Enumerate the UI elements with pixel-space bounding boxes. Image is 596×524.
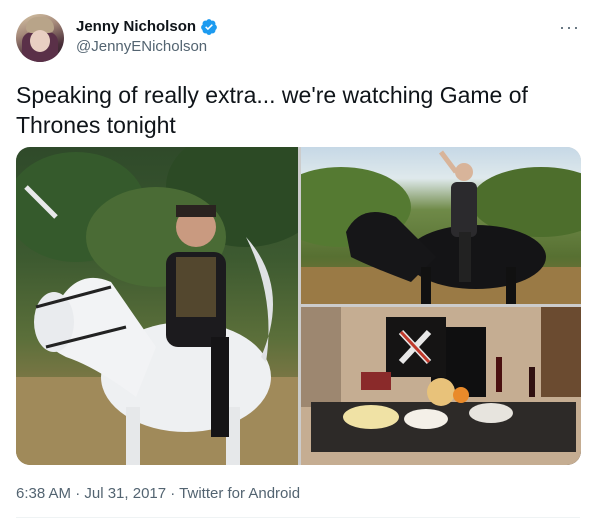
knight-horse-illustration	[16, 147, 298, 465]
rider-horse-illustration	[301, 150, 581, 304]
author-block: Jenny Nicholson @JennyENicholson	[76, 17, 218, 57]
verified-badge-icon	[201, 19, 217, 35]
display-name[interactable]: Jenny Nicholson	[76, 17, 196, 37]
tweet: Jenny Nicholson @JennyENicholson ··· Spe…	[0, 0, 596, 524]
tweet-source[interactable]: Twitter for Android	[179, 485, 300, 502]
timestamp[interactable]: 6:38 AM · Jul 31, 2017 ·	[16, 485, 179, 502]
media-image-table[interactable]	[301, 307, 581, 465]
media-image-rider[interactable]	[301, 147, 581, 304]
media-image-knight[interactable]	[16, 147, 298, 465]
tweet-meta: 6:38 AM · Jul 31, 2017 · Twitter for And…	[16, 484, 300, 504]
divider	[16, 517, 580, 518]
author-name-row[interactable]: Jenny Nicholson	[76, 17, 218, 37]
media-grid	[16, 147, 581, 465]
tweet-text: Speaking of really extra... we're watchi…	[16, 82, 528, 138]
avatar[interactable]	[16, 14, 64, 62]
table-illustration	[301, 307, 581, 465]
avatar-face	[30, 30, 50, 52]
handle[interactable]: @JennyENicholson	[76, 37, 218, 57]
more-horizontal-icon[interactable]: ···	[559, 18, 580, 36]
